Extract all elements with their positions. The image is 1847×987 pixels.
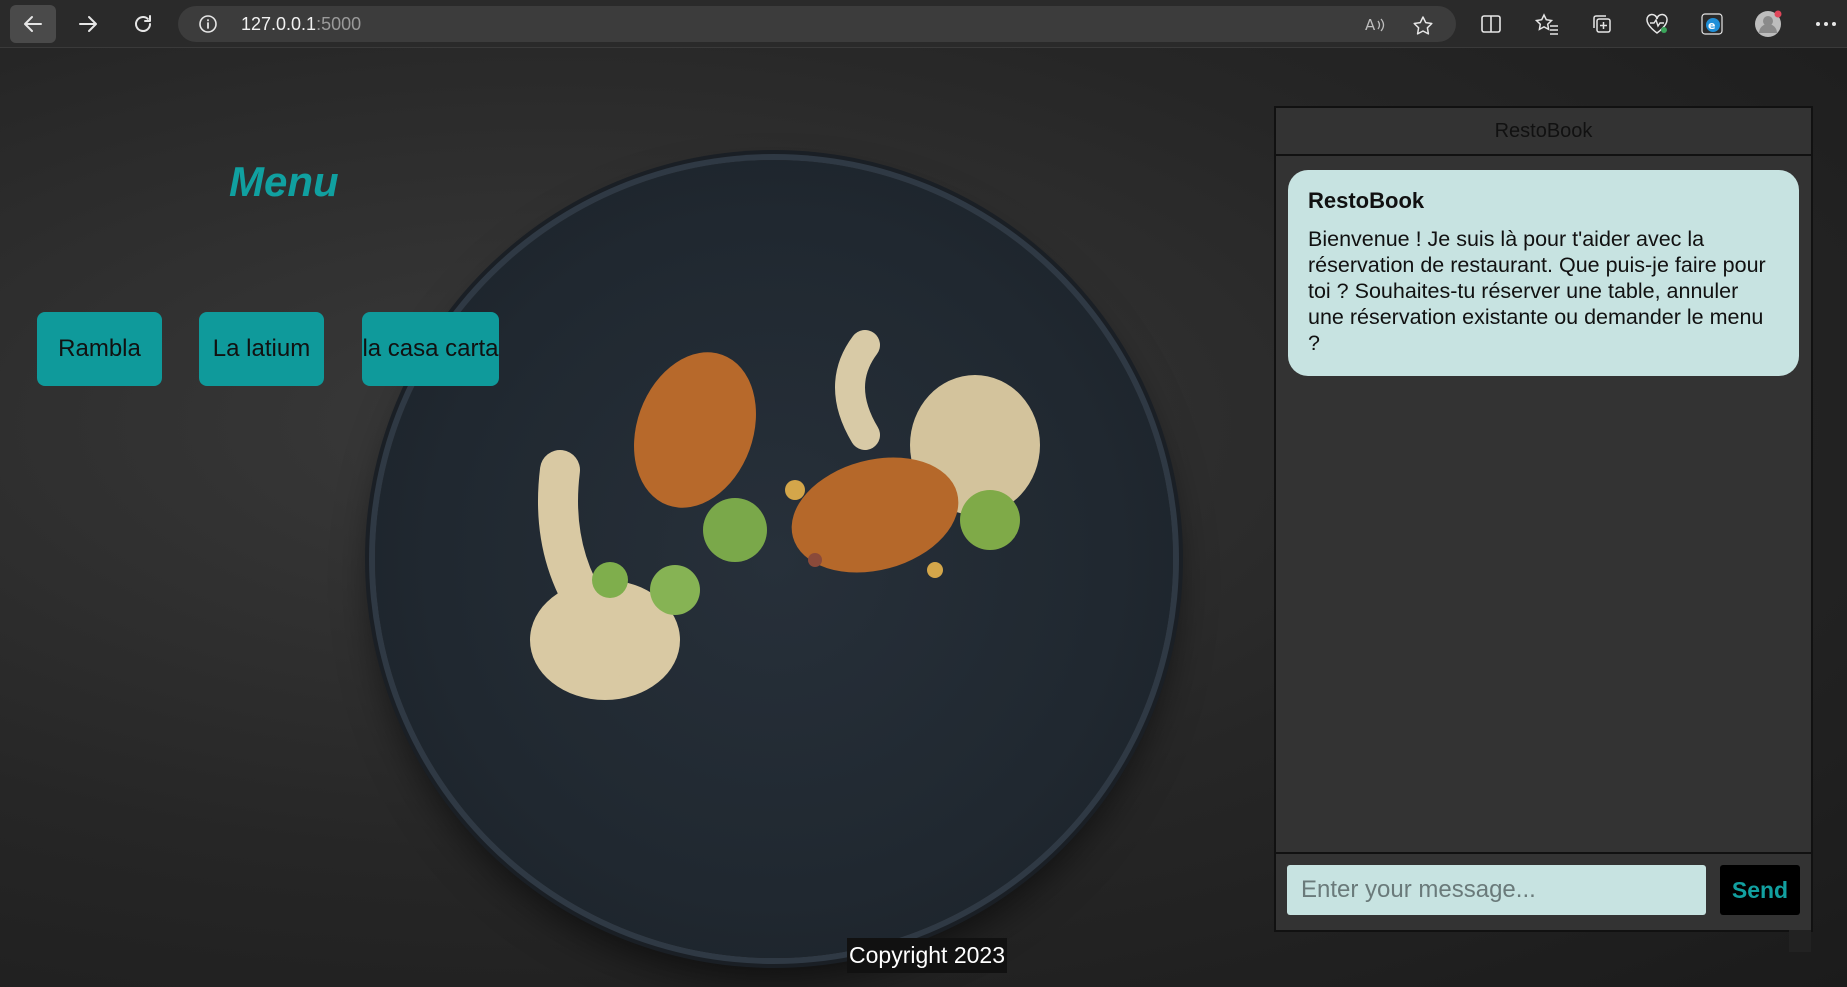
- edge-logo-icon[interactable]: e: [1698, 10, 1726, 38]
- scroll-corner: [1789, 930, 1811, 952]
- more-options-icon[interactable]: [1812, 10, 1840, 38]
- split-screen-icon[interactable]: [1477, 10, 1505, 38]
- browser-essentials-icon[interactable]: [1643, 10, 1671, 38]
- arrow-left-icon: [24, 16, 42, 32]
- favorites-icon[interactable]: [1533, 10, 1561, 38]
- dish-illustration: [530, 330, 1040, 700]
- message-text: Bienvenue ! Je suis là pour t'aider avec…: [1308, 227, 1766, 355]
- restaurant-button-la-latium[interactable]: La latium: [199, 312, 324, 386]
- food-plate-image: [375, 160, 1173, 958]
- menu-title: Menu: [229, 158, 339, 205]
- copyright-footer: Copyright 2023: [847, 938, 1007, 973]
- refresh-icon: [135, 15, 151, 32]
- svg-text:e: e: [1708, 19, 1715, 32]
- browser-toolbar: 127.0.0.1:5000 A e: [0, 0, 1847, 48]
- chat-message-bubble: RestoBook Bienvenue ! Je suis là pour t'…: [1288, 170, 1799, 376]
- restaurant-button-rambla[interactable]: Rambla: [37, 312, 162, 386]
- send-button[interactable]: Send: [1720, 865, 1800, 915]
- page-content: Menu Rambla La latium la casa carta Rest…: [0, 48, 1847, 987]
- arrow-right-icon: [79, 16, 97, 32]
- chat-header: RestoBook: [1276, 108, 1811, 156]
- favorite-star-icon[interactable]: [1412, 15, 1434, 42]
- chat-input-area: Send: [1276, 852, 1811, 930]
- svg-text:A: A: [1365, 16, 1376, 34]
- address-bar[interactable]: 127.0.0.1:5000 A: [178, 6, 1456, 42]
- back-button[interactable]: [10, 5, 56, 43]
- profile-avatar-icon[interactable]: [1754, 10, 1782, 38]
- read-aloud-icon[interactable]: A: [1364, 15, 1386, 40]
- collections-icon[interactable]: [1588, 10, 1616, 38]
- info-icon[interactable]: [198, 14, 218, 39]
- url-host: 127.0.0.1: [241, 14, 317, 34]
- message-input[interactable]: [1287, 865, 1706, 915]
- refresh-button[interactable]: [120, 5, 166, 43]
- url-text[interactable]: 127.0.0.1:5000: [241, 14, 361, 35]
- restaurant-button-la-casa-carta[interactable]: la casa carta: [362, 312, 499, 386]
- chat-panel: RestoBook RestoBook Bienvenue ! Je suis …: [1274, 106, 1813, 932]
- message-author: RestoBook: [1308, 188, 1425, 213]
- forward-button[interactable]: [65, 5, 111, 43]
- url-port: :5000: [316, 14, 362, 34]
